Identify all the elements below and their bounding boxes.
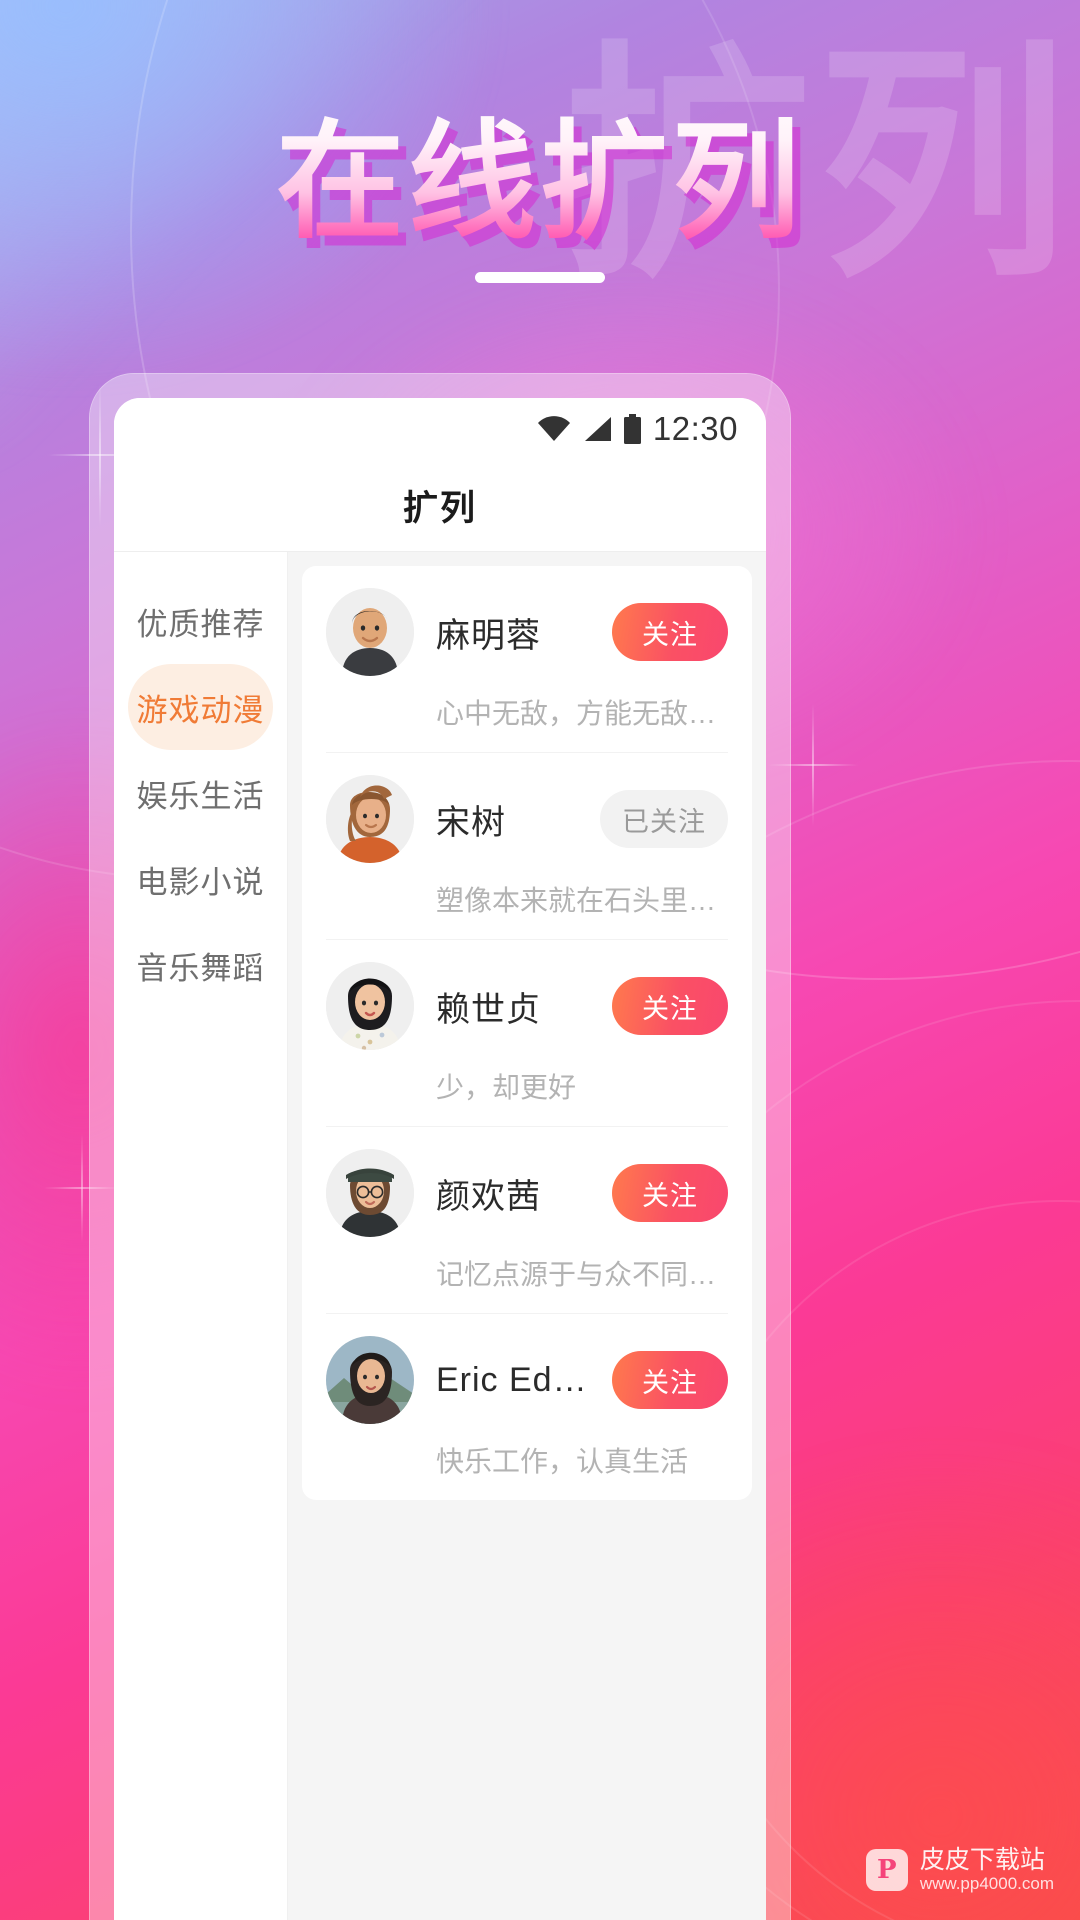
table-row[interactable]: 宋树 已关注 塑像本来就在石头里，我只… bbox=[302, 752, 752, 939]
battery-icon bbox=[623, 414, 641, 444]
follow-button[interactable]: 关注 bbox=[612, 1164, 728, 1222]
user-list-card: 麻明蓉 关注 心中无敌，方能无敌于天下… bbox=[302, 566, 752, 1500]
user-name: 赖世贞 bbox=[436, 990, 541, 1029]
phone-mockup: 12:30 扩列 优质推荐 游戏动漫 娱乐生活 电影小说 音乐舞蹈 麻明蓉 关注… bbox=[90, 374, 790, 1920]
avatar bbox=[326, 1149, 414, 1237]
user-name: 颜欢茜 bbox=[436, 1177, 541, 1216]
watermark-logo-icon: P bbox=[865, 1848, 908, 1891]
watermark-text: 皮皮下载站 www.pp4000.com bbox=[920, 1846, 1054, 1894]
table-row[interactable]: Eric Edwards 关注 快乐工作，认真生活 bbox=[302, 1313, 752, 1500]
status-bar: 12:30 bbox=[114, 398, 766, 460]
hero-title: 在线扩列 bbox=[276, 78, 804, 263]
user-bio: 快乐工作，认真生活 bbox=[436, 1446, 689, 1477]
sidebar-item-game-anime[interactable]: 游戏动漫 bbox=[128, 664, 273, 750]
user-bio: 心中无敌，方能无敌于天下… bbox=[436, 698, 728, 729]
sidebar-item-label: 游戏动漫 bbox=[136, 692, 265, 728]
hero-banner: 扩列 在线扩列 bbox=[0, 0, 1080, 330]
user-list-panel: 麻明蓉 关注 心中无敌，方能无敌于天下… bbox=[288, 552, 766, 1920]
watermark: P 皮皮下载站 www.pp4000.com bbox=[865, 1846, 1054, 1894]
page-title: 扩列 bbox=[402, 489, 477, 528]
sidebar-item-music-dance[interactable]: 音乐舞蹈 bbox=[128, 922, 273, 1008]
user-name: 麻明蓉 bbox=[436, 616, 541, 655]
signal-icon bbox=[584, 417, 611, 441]
user-bio: 塑像本来就在石头里，我只… bbox=[436, 885, 728, 916]
table-row[interactable]: 颜欢茜 关注 记忆点源于与众不同，专业… bbox=[302, 1126, 752, 1313]
sidebar-item-movie-novel[interactable]: 电影小说 bbox=[128, 836, 273, 922]
user-bio: 记忆点源于与众不同，专业… bbox=[436, 1259, 728, 1290]
sidebar-item-entertainment-life[interactable]: 娱乐生活 bbox=[128, 750, 273, 836]
table-row[interactable]: 麻明蓉 关注 心中无敌，方能无敌于天下… bbox=[302, 566, 752, 752]
watermark-site-name: 皮皮下载站 bbox=[919, 1845, 1045, 1874]
avatar bbox=[326, 588, 414, 676]
category-sidebar: 优质推荐 游戏动漫 娱乐生活 电影小说 音乐舞蹈 bbox=[114, 552, 288, 1920]
user-name: Eric Edwards bbox=[436, 1360, 590, 1399]
hero-title-wrap: 在线扩列 bbox=[0, 78, 1080, 263]
watermark-site-url: www.pp4000.com bbox=[919, 1874, 1054, 1894]
avatar bbox=[326, 962, 414, 1050]
sidebar-item-label: 电影小说 bbox=[136, 864, 265, 900]
follow-button[interactable]: 关注 bbox=[612, 1351, 728, 1409]
user-bio: 少，却更好 bbox=[436, 1072, 577, 1103]
avatar bbox=[326, 775, 414, 863]
avatar bbox=[326, 1336, 414, 1424]
user-name: 宋树 bbox=[436, 803, 506, 842]
status-bar-time: 12:30 bbox=[652, 410, 738, 447]
follow-button[interactable]: 关注 bbox=[612, 603, 728, 661]
sidebar-item-label: 音乐舞蹈 bbox=[136, 950, 265, 986]
followed-button[interactable]: 已关注 bbox=[600, 790, 728, 848]
app-body: 优质推荐 游戏动漫 娱乐生活 电影小说 音乐舞蹈 麻明蓉 关注 心中无敌，方能无… bbox=[114, 552, 766, 1920]
app-title-bar: 扩列 bbox=[114, 460, 766, 552]
sidebar-item-label: 优质推荐 bbox=[136, 606, 265, 642]
sidebar-item-label: 娱乐生活 bbox=[136, 778, 265, 814]
sidebar-item-recommend[interactable]: 优质推荐 bbox=[128, 578, 273, 664]
hero-divider bbox=[475, 272, 605, 283]
table-row[interactable]: 赖世贞 关注 少，却更好 bbox=[302, 939, 752, 1126]
phone-screen: 12:30 扩列 优质推荐 游戏动漫 娱乐生活 电影小说 音乐舞蹈 麻明蓉 关注… bbox=[114, 398, 766, 1920]
follow-button[interactable]: 关注 bbox=[612, 977, 728, 1035]
wifi-icon bbox=[537, 416, 570, 441]
